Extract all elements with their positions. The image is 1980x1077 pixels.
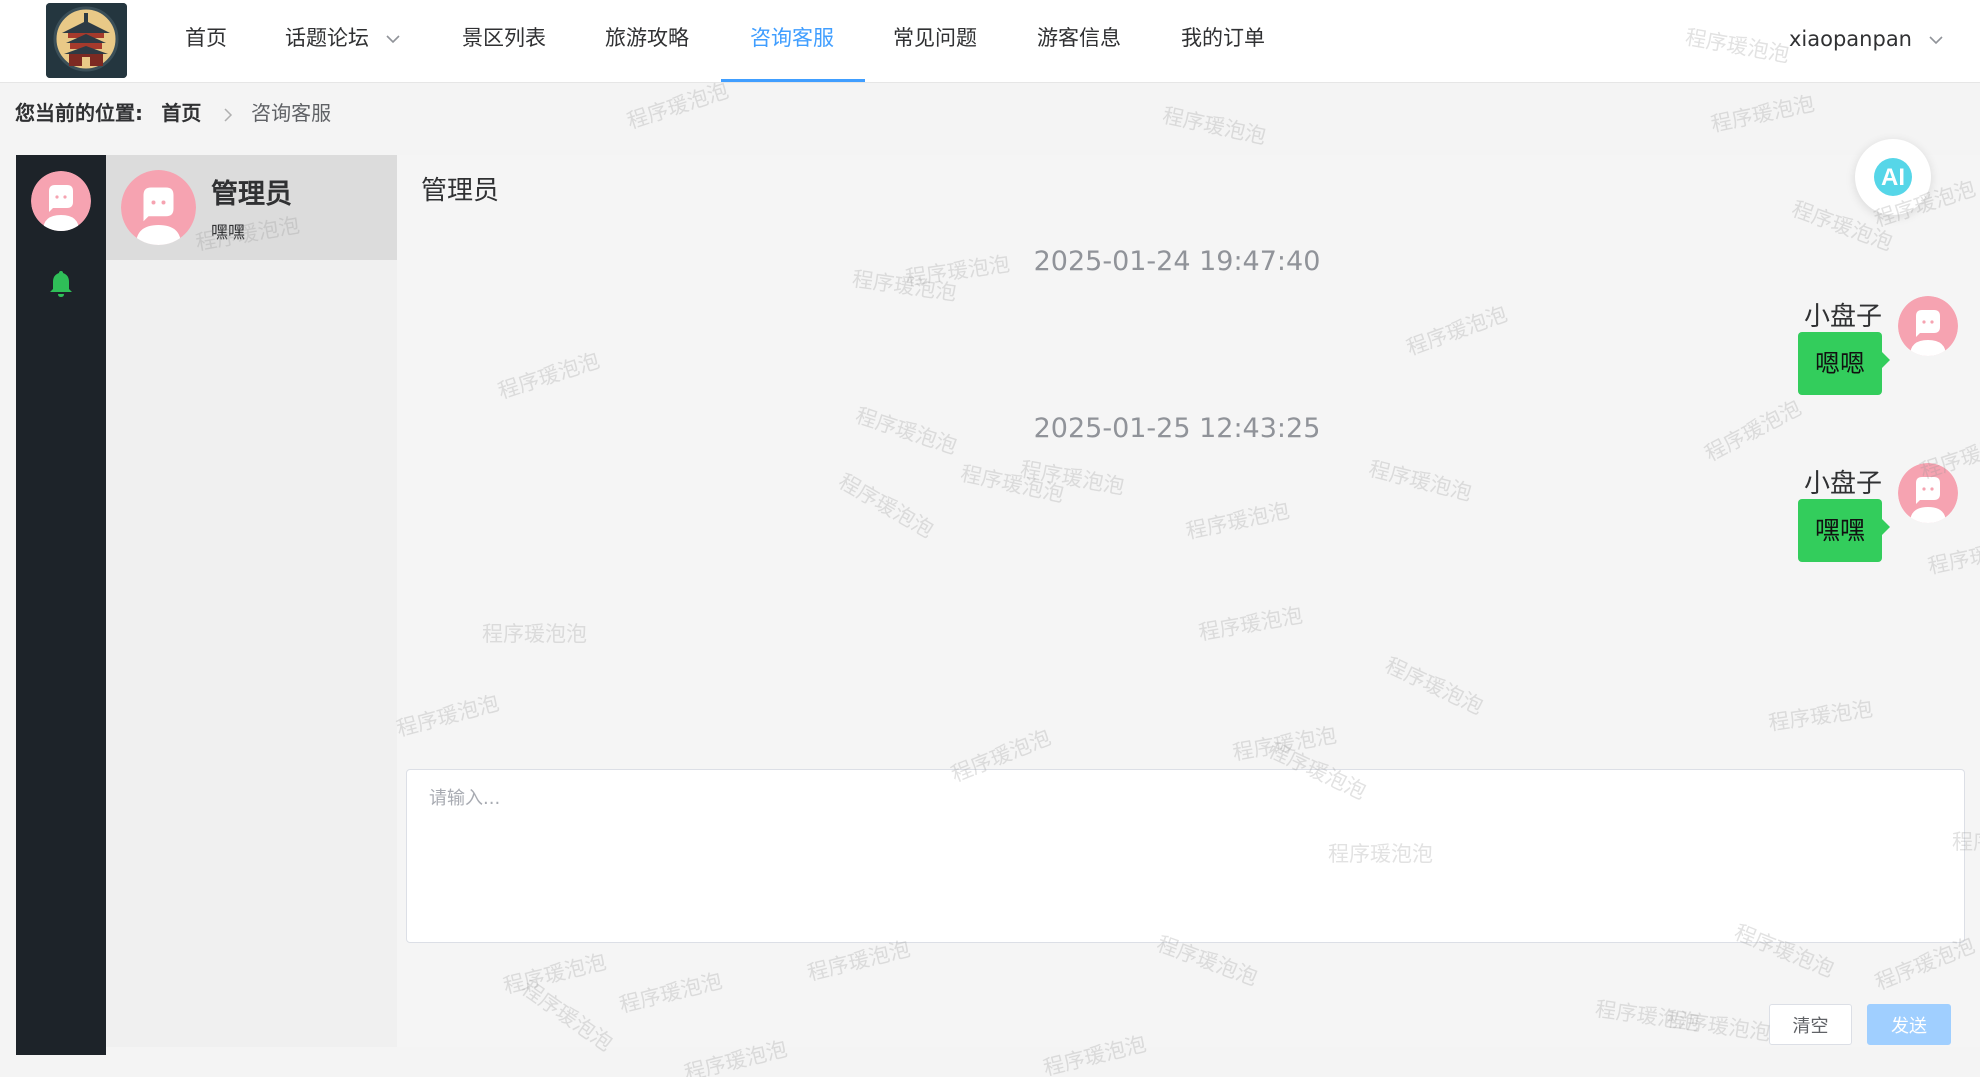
message-bubble: 嗯嗯 — [1797, 332, 1891, 395]
contact-name: 管理员 — [211, 179, 292, 210]
message-timestamp: 2025-01-24 19:47:40 — [1033, 246, 1321, 277]
nav-home[interactable]: 首页 — [185, 0, 227, 83]
nav-forum[interactable]: 话题论坛 — [285, 0, 400, 83]
sender-avatar — [1898, 463, 1958, 523]
watermark: 程序瑗泡泡 — [1160, 103, 1269, 149]
contact-item[interactable]: 管理员 嘿嘿 — [106, 155, 397, 260]
nav-faq[interactable]: 常见问题 — [893, 0, 977, 83]
nav-active-indicator — [721, 79, 865, 82]
breadcrumb: 您当前的位置: 首页 咨询客服 — [15, 97, 331, 129]
message-input[interactable] — [406, 769, 1965, 943]
message-timestamp: 2025-01-25 12:43:25 — [1033, 413, 1321, 444]
breadcrumb-current: 咨询客服 — [251, 101, 332, 125]
chevron-right-icon — [224, 107, 232, 122]
contact-list: 管理员 嘿嘿 — [106, 155, 397, 1047]
contact-avatar — [121, 170, 196, 245]
nav-travel-guide[interactable]: 旅游攻略 — [605, 0, 689, 83]
message-bubble: 嘿嘿 — [1797, 499, 1891, 562]
nav-visitor-info[interactable]: 游客信息 — [1037, 0, 1121, 83]
top-navbar: 首页 话题论坛 景区列表 旅游攻略 咨询客服 常见问题 游客信息 我的订单 xi… — [0, 0, 1980, 83]
chevron-down-icon — [1929, 35, 1943, 44]
chat-sidebar-rail — [16, 155, 106, 1055]
username: xiaopanpan — [1789, 27, 1912, 51]
message-sender-name: 小盘子 — [1803, 469, 1882, 499]
send-button[interactable]: 发送 — [1867, 1004, 1951, 1045]
ai-icon: AI — [1874, 158, 1912, 196]
user-avatar[interactable] — [31, 171, 91, 231]
message-sender-name: 小盘子 — [1803, 302, 1882, 332]
nav-customer-service[interactable]: 咨询客服 — [750, 0, 834, 83]
sender-avatar — [1898, 296, 1958, 356]
breadcrumb-label: 您当前的位置: — [15, 101, 143, 125]
contact-last-message: 嘿嘿 — [211, 223, 245, 243]
bell-icon[interactable] — [48, 270, 74, 298]
nav-my-orders[interactable]: 我的订单 — [1181, 0, 1265, 83]
chevron-down-icon — [386, 34, 400, 43]
user-menu[interactable]: xiaopanpan — [1789, 0, 1943, 78]
nav-scenic-list[interactable]: 景区列表 — [462, 0, 546, 83]
watermark: 程序瑗泡泡 — [1708, 91, 1817, 137]
ai-label: AI — [1881, 164, 1905, 191]
ai-assistant-button[interactable]: AI — [1855, 139, 1931, 215]
breadcrumb-home-link[interactable]: 首页 — [161, 101, 201, 125]
chat-title: 管理员 — [421, 176, 500, 206]
watermark: 程序瑗泡泡 — [624, 78, 732, 134]
clear-button[interactable]: 清空 — [1769, 1004, 1852, 1045]
site-logo[interactable] — [46, 3, 127, 78]
